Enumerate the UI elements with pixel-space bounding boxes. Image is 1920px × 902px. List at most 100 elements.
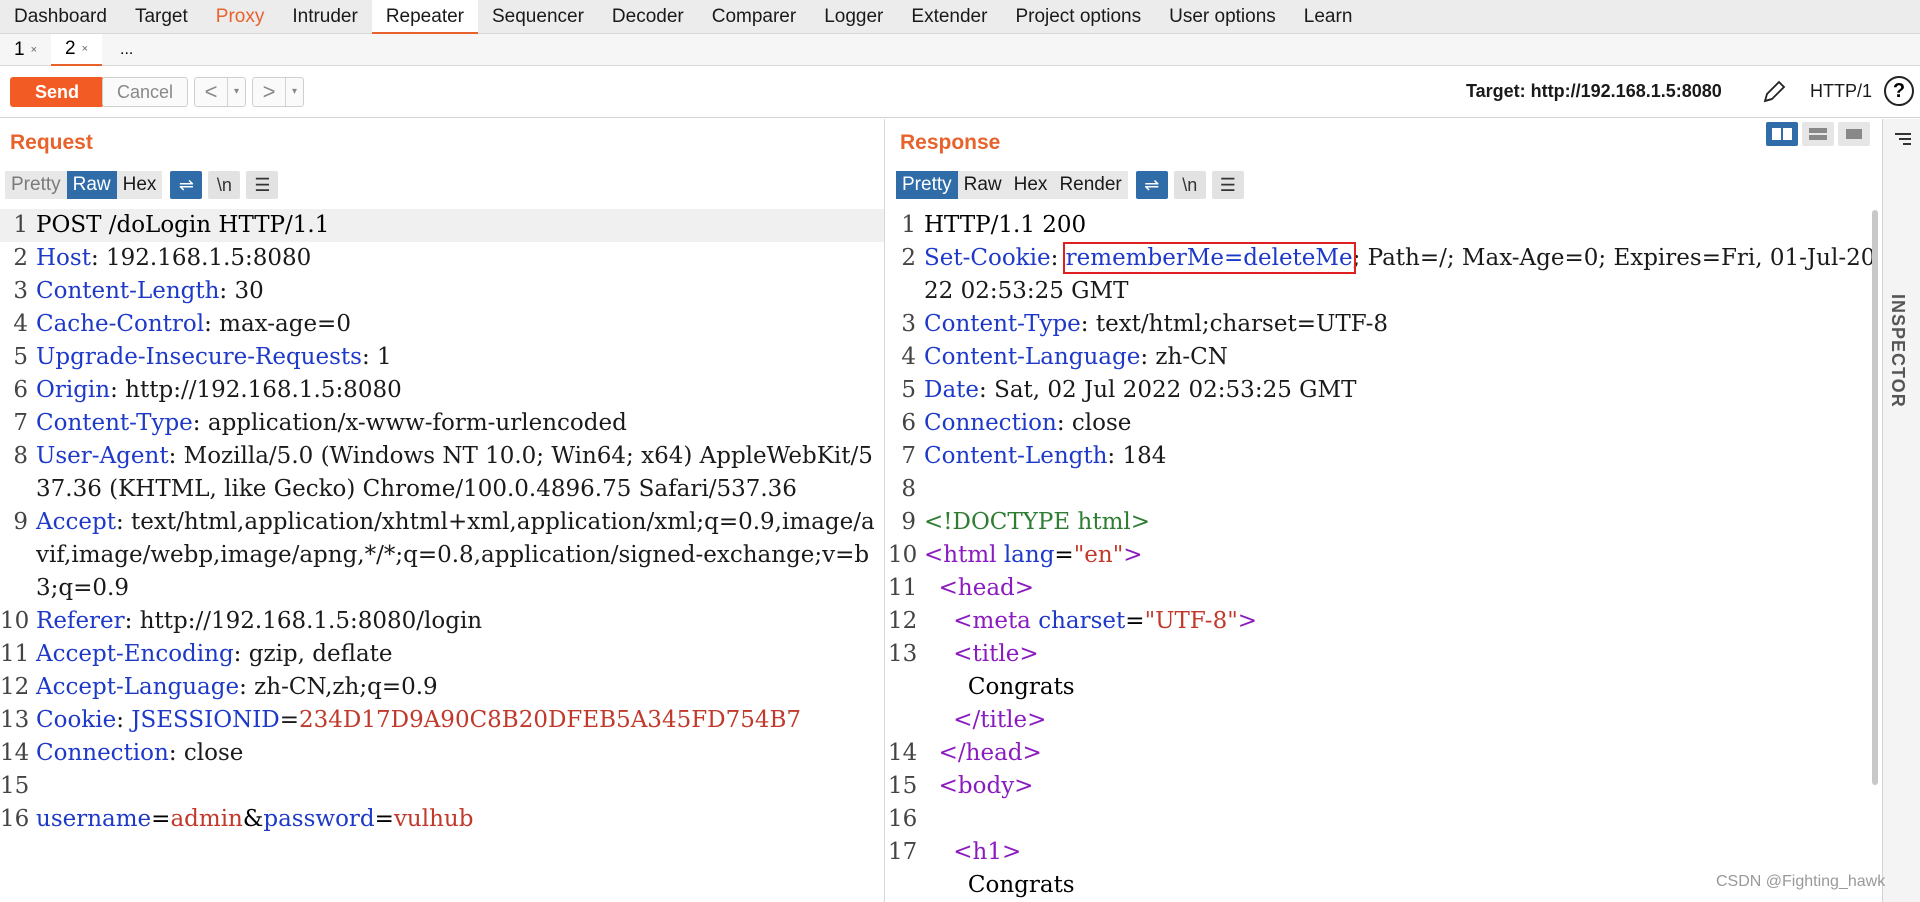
tab-pretty[interactable]: Pretty xyxy=(5,171,67,199)
header-value: : text/html,application/xhtml+xml,applic… xyxy=(36,509,875,601)
tag-text: </head> xyxy=(924,740,1042,766)
cancel-button[interactable]: Cancel xyxy=(102,77,188,107)
line-number: 16 xyxy=(888,806,918,832)
inspector-menu-icon[interactable] xyxy=(1893,131,1913,147)
request-pane: Request Pretty Raw Hex ⇌ \n ☰ 1 POST /doL… xyxy=(0,119,885,902)
tag-open: <meta xyxy=(924,608,1039,634)
forward-arrow-icon[interactable]: > xyxy=(253,78,285,106)
menu-logger[interactable]: Logger xyxy=(810,0,897,34)
header-name: Accept-Language xyxy=(36,674,240,700)
repeater-tab-1[interactable]: 1 × xyxy=(0,34,51,66)
tag-text: <head> xyxy=(924,575,1035,601)
menu-extender[interactable]: Extender xyxy=(897,0,1001,34)
help-icon[interactable]: ? xyxy=(1884,76,1914,106)
menu-proxy[interactable]: Proxy xyxy=(202,0,279,34)
close-icon[interactable]: × xyxy=(31,34,37,66)
wrap-lines-icon[interactable]: ⇌ xyxy=(1135,171,1168,199)
wrap-lines-icon[interactable]: ⇌ xyxy=(170,171,203,199)
line-number: 7 xyxy=(13,410,28,436)
line-number: 6 xyxy=(901,410,916,436)
tab-render[interactable]: Render xyxy=(1053,171,1128,199)
back-button[interactable]: < ▾ xyxy=(194,77,246,107)
line-number: 14 xyxy=(888,740,918,766)
forward-button[interactable]: > ▾ xyxy=(252,77,304,107)
top-bottom-layout-icon[interactable] xyxy=(1802,122,1834,146)
tab-hex[interactable]: Hex xyxy=(116,171,163,199)
menu-repeater[interactable]: Repeater xyxy=(371,0,478,34)
code-line: 4 Content-Language: zh-CN xyxy=(888,341,1882,374)
menu-user-options[interactable]: User options xyxy=(1155,0,1290,34)
line-number: 15 xyxy=(888,773,918,799)
menu-project-options[interactable]: Project options xyxy=(1001,0,1155,34)
menu-intruder[interactable]: Intruder xyxy=(278,0,371,34)
attr-value: "en" xyxy=(1073,542,1124,568)
side-by-side-layout-icon[interactable] xyxy=(1766,122,1798,146)
tab-raw[interactable]: Raw xyxy=(66,171,117,199)
response-editor[interactable]: 1 HTTP/1.1 200 2 Set-Cookie: rememberMe=de… xyxy=(888,209,1882,902)
menu-comparer[interactable]: Comparer xyxy=(698,0,810,34)
attr-eq: = xyxy=(1054,542,1074,568)
show-newlines-icon[interactable]: \n xyxy=(208,171,241,199)
repeater-tab-2[interactable]: 2 × xyxy=(51,33,103,66)
line-number xyxy=(888,704,920,737)
main-menu-bar: Dashboard Target Proxy Intruder Repeater… xyxy=(0,0,1920,34)
back-history-dropdown[interactable]: ▾ xyxy=(227,78,245,106)
send-button[interactable]: Send xyxy=(10,77,104,107)
target-label: Target: http://192.168.1.5:8080 xyxy=(1466,81,1722,101)
layout-toggles xyxy=(1766,122,1870,146)
line-number: 9 xyxy=(13,509,28,535)
line-number: 8 xyxy=(901,476,916,502)
code-line: 15 xyxy=(0,770,884,803)
header-value: : Sat, 02 Jul 2022 02:53:25 GMT xyxy=(979,377,1357,403)
header-name: Cookie xyxy=(36,707,117,733)
cookie-value: 234D17D9A90C8B20DFEB5A345FD754B7 xyxy=(299,707,802,733)
menu-decoder[interactable]: Decoder xyxy=(598,0,698,34)
tab-hex[interactable]: Hex xyxy=(1007,171,1054,199)
line-number: 1 xyxy=(13,212,28,238)
forward-history-dropdown[interactable]: ▾ xyxy=(285,78,303,106)
header-name: Set-Cookie xyxy=(924,245,1051,271)
request-editor[interactable]: 1 POST /doLogin HTTP/1.1 2 Host: 192.168.1… xyxy=(0,209,884,902)
line-number: 7 xyxy=(901,443,916,469)
code-line: 11 Accept-Encoding: gzip, deflate xyxy=(0,638,884,671)
tag-close: > xyxy=(1237,608,1258,634)
line-number: 14 xyxy=(0,740,30,766)
line-text: HTTP/1.1 200 xyxy=(924,212,1087,238)
inspector-sidebar[interactable]: INSPECTOR xyxy=(1882,119,1920,902)
code-line: 7 Content-Type: application/x-www-form-ur… xyxy=(0,407,884,440)
menu-learn[interactable]: Learn xyxy=(1290,0,1367,34)
line-number: 16 xyxy=(0,806,30,832)
response-scrollbar[interactable] xyxy=(1872,210,1878,785)
back-arrow-icon[interactable]: < xyxy=(195,78,227,106)
options-menu-icon[interactable]: ☰ xyxy=(246,171,279,199)
options-menu-icon[interactable]: ☰ xyxy=(1211,171,1244,199)
line-number: 5 xyxy=(13,344,28,370)
tab-pretty[interactable]: Pretty xyxy=(896,171,958,199)
line-number: 4 xyxy=(13,311,28,337)
header-value: : gzip, deflate xyxy=(233,641,393,667)
code-line: 15 <body> xyxy=(888,770,1882,803)
tabs-layout-icon[interactable] xyxy=(1838,122,1870,146)
request-title: Request xyxy=(10,131,93,154)
new-tab-button[interactable]: ... xyxy=(102,34,147,66)
http-version-toggle[interactable]: HTTP/1 xyxy=(1810,81,1872,102)
response-view-tabs: Pretty Raw Hex Render ⇌ \n ☰ xyxy=(896,171,1244,199)
code-line: 5 Date: Sat, 02 Jul 2022 02:53:25 GMT xyxy=(888,374,1882,407)
code-line: 2 Set-Cookie: rememberMe=deleteMe; Path=/… xyxy=(888,242,1882,308)
tab-raw[interactable]: Raw xyxy=(957,171,1008,199)
show-newlines-icon[interactable]: \n xyxy=(1173,171,1206,199)
edit-target-pencil-icon[interactable] xyxy=(1760,78,1788,106)
code-line: 10 Referer: http://192.168.1.5:8080/login xyxy=(0,605,884,638)
line-number: 11 xyxy=(0,641,30,667)
menu-sequencer[interactable]: Sequencer xyxy=(478,0,598,34)
close-icon[interactable]: × xyxy=(82,33,88,65)
menu-dashboard[interactable]: Dashboard xyxy=(0,0,121,34)
attr-name: lang xyxy=(1003,542,1055,568)
cookie-name: JSESSIONID xyxy=(131,707,280,733)
code-line: 1 POST /doLogin HTTP/1.1 xyxy=(0,209,884,242)
code-line: 7 Content-Length: 184 xyxy=(888,440,1882,473)
code-line: 6 Connection: close xyxy=(888,407,1882,440)
menu-target[interactable]: Target xyxy=(121,0,202,34)
tab-label: 2 xyxy=(65,37,76,59)
attr-name: charset xyxy=(1038,608,1126,634)
